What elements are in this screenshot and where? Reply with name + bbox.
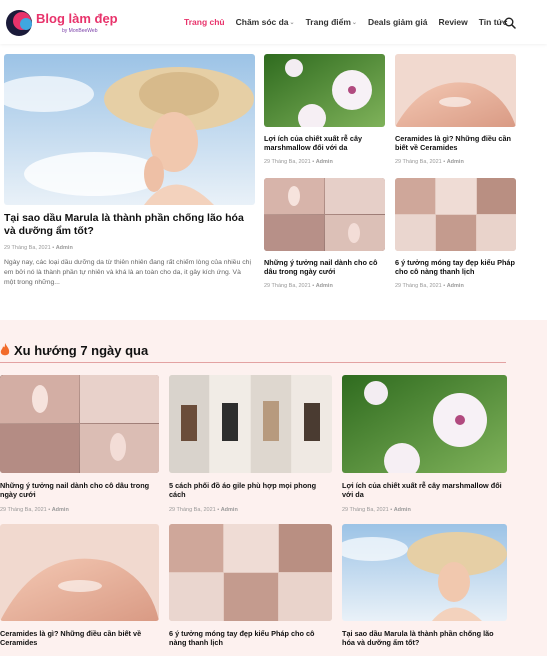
side-post-image-4[interactable] [395, 178, 516, 251]
trend-post-meta-3: 29 Tháng Ba, 2021 • Admin [342, 507, 411, 513]
post-author[interactable]: Admin [56, 245, 73, 251]
featured-main-meta: 29 Tháng Ba, 2021 • Admin [4, 245, 73, 251]
trend-post-image-4[interactable] [0, 524, 159, 621]
bridal-nails-image [264, 178, 385, 251]
trending-title: Xu hướng 7 ngày qua [14, 342, 149, 358]
post-author[interactable]: Admin [394, 507, 411, 513]
post-date: 29 Tháng Ba, 2021 [169, 507, 216, 513]
trending-header: Xu hướng 7 ngày qua [0, 340, 148, 360]
post-author[interactable]: Admin [447, 159, 464, 165]
featured-main-title[interactable]: Tại sao dầu Marula là thành phần chống l… [4, 212, 254, 238]
side-post-title-2[interactable]: Ceramides là gì? Những điều cần biết về … [395, 134, 516, 152]
trend-post-meta-2: 29 Tháng Ba, 2021 • Admin [169, 507, 238, 513]
featured-main-image[interactable] [4, 54, 255, 205]
nav-label: Chăm sóc da [235, 17, 289, 27]
woman-hat-image [4, 54, 255, 205]
side-post-image-3[interactable] [264, 178, 385, 251]
nav-label: Deals giảm giá [367, 17, 428, 27]
post-author[interactable]: Admin [221, 507, 238, 513]
trend-post-title-1[interactable]: Những ý tưởng nail dành cho cô dâu trong… [0, 481, 158, 499]
logo-face-icon [6, 10, 32, 36]
trend-post-image-3[interactable] [342, 375, 507, 473]
bridal-nails-image [0, 375, 159, 473]
post-date: 29 Tháng Ba, 2021 [4, 245, 51, 251]
trend-post-image-2[interactable] [169, 375, 332, 473]
trend-post-image-6[interactable] [342, 524, 507, 621]
woman-hat-image [342, 524, 507, 621]
nav-item-review[interactable]: Review [438, 17, 467, 27]
side-post-image-2[interactable] [395, 54, 516, 127]
search-icon[interactable] [504, 17, 516, 29]
nav-item-skincare[interactable]: Chăm sóc da ⌄ [236, 17, 295, 27]
post-author[interactable]: Admin [316, 283, 333, 289]
nav-item-deals[interactable]: Deals giảm giá [368, 17, 428, 27]
side-post-title-3[interactable]: Những ý tưởng nail dành cho cô dâu trong… [264, 258, 385, 276]
post-author[interactable]: Admin [316, 159, 333, 165]
fire-icon [0, 343, 10, 356]
trend-post-image-1[interactable] [0, 375, 159, 473]
chevron-down-icon: ⌄ [289, 19, 295, 26]
side-post-title-1[interactable]: Lợi ích của chiết xuất rễ cây marshmallo… [264, 134, 385, 152]
trending-divider [0, 362, 506, 363]
shoulder-skin-image [0, 524, 159, 621]
logo-title: Blog làm đẹp [36, 11, 118, 26]
side-post-meta-4: 29 Tháng Ba, 2021 • Admin [395, 283, 464, 289]
flower-image [264, 54, 385, 127]
nav-label: Trang điểm [305, 17, 351, 27]
trend-post-title-6[interactable]: Tại sao dầu Marula là thành phần chống l… [342, 629, 507, 647]
side-post-meta-3: 29 Tháng Ba, 2021 • Admin [264, 283, 333, 289]
chevron-down-icon: ⌄ [351, 19, 357, 26]
main-nav: Trang chủ Chăm sóc da ⌄ Trang điểm ⌄ Deals… [184, 0, 518, 44]
post-date: 29 Tháng Ba, 2021 [342, 507, 389, 513]
french-nails-image [169, 524, 332, 621]
fashion-vest-image [169, 375, 332, 473]
logo-subtitle: by MonBeeWeb [62, 28, 98, 34]
nav-item-home[interactable]: Trang chủ [184, 17, 225, 27]
post-author[interactable]: Admin [52, 507, 69, 513]
post-date: 29 Tháng Ba, 2021 [0, 507, 47, 513]
nav-label: Trang chủ [184, 17, 225, 27]
trend-post-title-3[interactable]: Lợi ích của chiết xuất rễ cây marshmallo… [342, 481, 502, 499]
flower-image [342, 375, 507, 473]
trend-post-image-5[interactable] [169, 524, 332, 621]
french-nails-image [395, 178, 516, 251]
trend-post-title-4[interactable]: Ceramides là gì? Những điều cần biết về … [0, 629, 160, 647]
trend-post-title-5[interactable]: 6 ý tưởng móng tay đẹp kiểu Pháp cho cô … [169, 629, 329, 647]
post-date: 29 Tháng Ba, 2021 [395, 283, 442, 289]
post-date: 29 Tháng Ba, 2021 [264, 159, 311, 165]
shoulder-skin-image [395, 54, 516, 127]
side-post-image-1[interactable] [264, 54, 385, 127]
site-header: Blog làm đẹp by MonBeeWeb Trang chủ Chăm… [0, 0, 547, 44]
post-date: 29 Tháng Ba, 2021 [395, 159, 442, 165]
featured-main-excerpt: Ngày nay, các loại dầu dưỡng da từ thiên… [4, 259, 251, 287]
side-post-meta-1: 29 Tháng Ba, 2021 • Admin [264, 159, 333, 165]
trend-post-title-2[interactable]: 5 cách phối đồ áo gile phù hợp mọi phong… [169, 481, 329, 499]
trend-post-meta-1: 29 Tháng Ba, 2021 • Admin [0, 507, 69, 513]
side-post-meta-2: 29 Tháng Ba, 2021 • Admin [395, 159, 464, 165]
site-logo[interactable]: Blog làm đẹp by MonBeeWeb [4, 8, 118, 38]
nav-item-makeup[interactable]: Trang điểm ⌄ [306, 17, 357, 27]
nav-label: Review [438, 17, 468, 27]
side-post-title-4[interactable]: 6 ý tưởng móng tay đẹp kiểu Pháp cho cô … [395, 258, 516, 276]
post-date: 29 Tháng Ba, 2021 [264, 283, 311, 289]
post-author[interactable]: Admin [447, 283, 464, 289]
